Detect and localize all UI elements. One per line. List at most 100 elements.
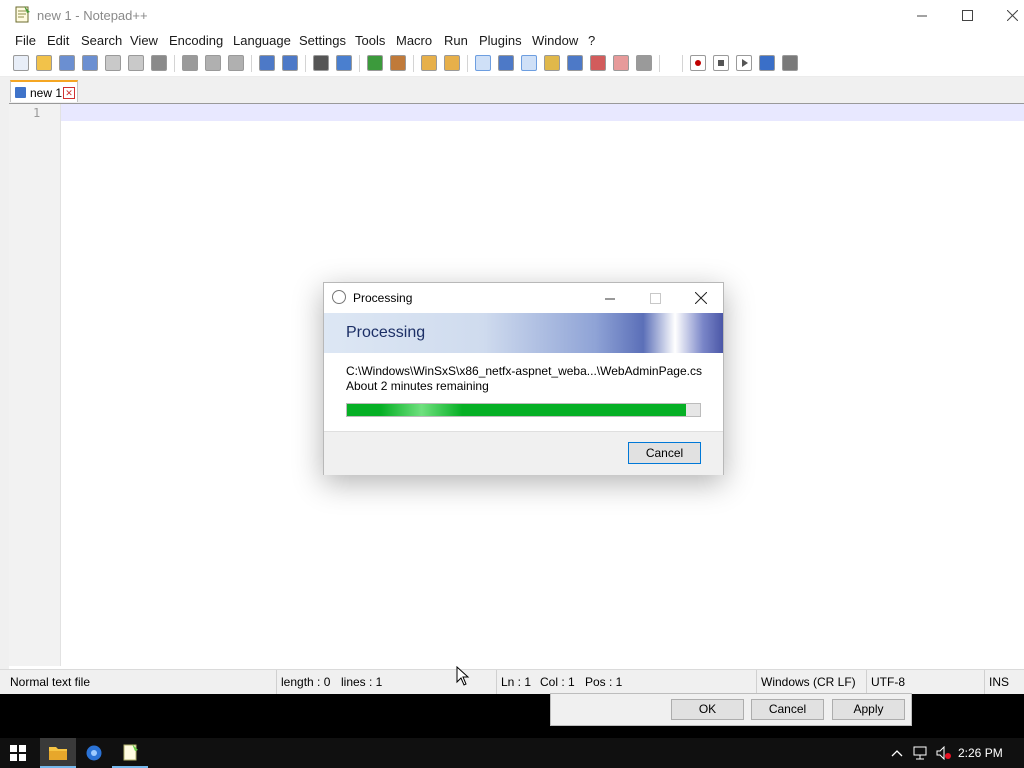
dialog-title: Processing — [353, 291, 413, 305]
volume-tray-button[interactable] — [933, 738, 955, 768]
run-macro-multiple-icon[interactable] — [759, 55, 775, 71]
status-ln: Ln : 1 — [496, 670, 536, 694]
sync-vertical-icon[interactable] — [421, 55, 437, 71]
undo-icon[interactable] — [259, 55, 275, 71]
dialog-footer: Cancel — [324, 431, 723, 475]
redo-icon[interactable] — [282, 55, 298, 71]
chevron-up-icon — [891, 750, 903, 757]
mouse-cursor-icon — [456, 666, 470, 686]
save-all-icon[interactable] — [82, 55, 98, 71]
doc-switcher-icon[interactable] — [613, 55, 629, 71]
taskbar: 2:26 PM — [0, 738, 1024, 768]
cancel-button[interactable]: Cancel — [628, 442, 701, 464]
line-number-gutter: 1 — [9, 104, 61, 666]
dialog-banner: Processing — [324, 313, 723, 353]
menu-search[interactable]: Search — [81, 33, 122, 48]
zoom-in-icon[interactable] — [367, 55, 383, 71]
current-file-path: C:\Windows\WinSxS\x86_netfx-aspnet_weba.… — [346, 364, 702, 378]
menu-view[interactable]: View — [130, 33, 158, 48]
menu-window[interactable]: Window — [532, 33, 578, 48]
save-icon[interactable] — [59, 55, 75, 71]
menu-settings[interactable]: Settings — [299, 33, 346, 48]
start-button[interactable] — [0, 738, 36, 768]
menu-help[interactable]: ? — [588, 33, 595, 48]
new-file-icon[interactable] — [13, 55, 29, 71]
windows-logo-icon — [10, 745, 26, 761]
stop-macro-icon[interactable] — [713, 55, 729, 71]
tab-label: new 1 — [30, 86, 63, 100]
taskbar-clock[interactable]: 2:26 PM — [958, 746, 1003, 760]
paste-icon[interactable] — [228, 55, 244, 71]
toolbar-separator — [251, 55, 252, 72]
tab-close-icon[interactable]: ✕ — [63, 87, 75, 99]
close-window-button[interactable] — [990, 0, 1024, 31]
menu-run[interactable]: Run — [444, 33, 468, 48]
close-icon — [1006, 10, 1018, 21]
find-icon[interactable] — [313, 55, 329, 71]
progress-fill — [347, 404, 686, 416]
dialog-close-button[interactable] — [679, 283, 723, 313]
menu-macro[interactable]: Macro — [396, 33, 432, 48]
maximize-button[interactable] — [945, 0, 989, 31]
network-icon — [913, 746, 927, 760]
ok-button[interactable]: OK — [671, 699, 744, 720]
maximize-icon — [961, 10, 973, 21]
menu-file[interactable]: File — [15, 33, 36, 48]
browser-taskbar-button[interactable] — [76, 738, 112, 768]
apply-button[interactable]: Apply — [832, 699, 905, 720]
sync-horizontal-icon[interactable] — [444, 55, 460, 71]
time-remaining: About 2 minutes remaining — [346, 379, 489, 393]
menu-edit[interactable]: Edit — [47, 33, 69, 48]
background-cancel-button[interactable]: Cancel — [751, 699, 824, 720]
toolbar-separator — [359, 55, 360, 72]
close-all-icon[interactable] — [128, 55, 144, 71]
show-all-chars-icon[interactable] — [498, 55, 514, 71]
menu-language[interactable]: Language — [233, 33, 291, 48]
minimize-button[interactable] — [900, 0, 944, 31]
replace-icon[interactable] — [336, 55, 352, 71]
dialog-title-bar: Processing — [324, 283, 723, 313]
status-bar: Normal text file length : 0 lines : 1 Ln… — [0, 669, 1024, 694]
processing-dialog: Processing Processing C:\Windows\WinSxS\… — [323, 282, 724, 475]
menu-tools[interactable]: Tools — [355, 33, 385, 48]
cut-icon[interactable] — [182, 55, 198, 71]
status-pos: Pos : 1 — [585, 675, 623, 689]
monitoring-icon[interactable] — [636, 55, 652, 71]
play-macro-icon[interactable] — [736, 55, 752, 71]
tab-new-1[interactable]: new 1 ✕ — [10, 80, 78, 102]
toolbar-separator — [174, 55, 175, 72]
copy-icon[interactable] — [205, 55, 221, 71]
browser-icon — [86, 745, 102, 761]
menu-encoding[interactable]: Encoding — [169, 33, 223, 48]
record-macro-icon[interactable] — [690, 55, 706, 71]
dialog-minimize-button[interactable] — [588, 283, 632, 313]
file-explorer-taskbar-button[interactable] — [40, 738, 76, 768]
notepadpp-taskbar-button[interactable] — [112, 738, 148, 768]
indent-guide-icon[interactable] — [521, 55, 537, 71]
toolbar-separator — [659, 55, 660, 72]
save-macro-icon[interactable] — [782, 55, 798, 71]
word-wrap-icon[interactable] — [475, 55, 491, 71]
function-list-icon[interactable] — [567, 55, 583, 71]
close-icon[interactable] — [105, 55, 121, 71]
tab-bar: new 1 ✕ — [0, 77, 1024, 103]
open-file-icon[interactable] — [36, 55, 52, 71]
doc-map-icon[interactable] — [544, 55, 560, 71]
window-title: new 1 - Notepad++ — [37, 8, 148, 23]
toolbar — [0, 51, 1024, 77]
status-insert-mode: INS — [984, 670, 1018, 694]
folder-icon — [49, 746, 67, 760]
show-hidden-icons-button[interactable] — [886, 738, 908, 768]
line-number: 1 — [33, 106, 41, 120]
folder-as-workspace-icon[interactable] — [590, 55, 606, 71]
status-lines: lines : 1 — [341, 675, 383, 689]
zoom-out-icon[interactable] — [390, 55, 406, 71]
current-line-highlight — [61, 104, 1024, 121]
clock-icon — [332, 290, 346, 304]
print-icon[interactable] — [151, 55, 167, 71]
minimize-icon — [604, 298, 615, 299]
menu-plugins[interactable]: Plugins — [479, 33, 522, 48]
network-tray-button[interactable] — [910, 738, 932, 768]
toolbar-separator — [413, 55, 414, 72]
saved-state-icon — [15, 87, 26, 98]
